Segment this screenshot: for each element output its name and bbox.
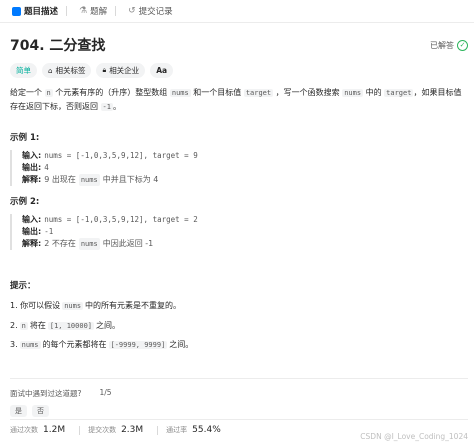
inline-code: target: [243, 89, 274, 97]
interview-question: 面试中遇到过这道题? 1/5: [10, 388, 112, 399]
hint-item: 1. 你可以假设 nums 中的所有元素是不重复的。: [10, 300, 181, 311]
topics-label: 相关标签: [55, 66, 86, 75]
hint-item: 3. nums 的每个元素都将在 [-9999, 9999] 之间。: [10, 339, 193, 350]
output-label: 输出:: [22, 227, 42, 236]
explain-text: 中因此返回 -1: [102, 239, 154, 248]
inline-code: [1, 10000]: [47, 321, 95, 330]
hint-text: 将在: [29, 321, 46, 330]
tab-divider: [115, 6, 117, 16]
desc-text: 中的: [363, 88, 385, 97]
solved-status: 已解答 ✓: [430, 40, 468, 51]
inline-code: -1: [100, 103, 113, 111]
hints-title: 提示：: [10, 281, 36, 291]
inline-code: n: [44, 89, 53, 97]
stat-divider: [157, 425, 159, 435]
output-label: 输出:: [22, 163, 42, 172]
stat-value: 2.3M: [121, 425, 144, 435]
inline-code: nums: [62, 301, 84, 310]
inline-code: n: [19, 321, 28, 330]
inline-code: [-9999, 9999]: [108, 340, 168, 349]
tab-description[interactable]: 题目描述: [8, 0, 62, 22]
example-2-box: 输入: nums = [-1,0,3,5,9,12], target = 2 输出…: [10, 214, 474, 250]
font-label: Aa: [156, 66, 168, 75]
tab-label: 题目描述: [24, 7, 59, 17]
inline-code: target: [384, 89, 414, 97]
explain-text: 2 不存在: [44, 239, 76, 248]
topics-tag-button[interactable]: ⌂ 相关标签: [42, 63, 92, 78]
history-icon: ↺: [128, 6, 136, 16]
inline-code: nums: [78, 238, 100, 250]
tab-solutions[interactable]: ⚗ 题解: [75, 0, 111, 22]
tab-submissions[interactable]: ↺ 提交记录: [124, 0, 177, 22]
problem-title: 704. 二分查找: [10, 38, 106, 54]
yes-button[interactable]: 是: [10, 405, 27, 417]
problem-description: 给定一个 n 个元素有序的（升序）整型数组 nums 和一个目标值 target…: [10, 86, 468, 114]
desc-text: 。: [112, 102, 121, 111]
hint-text: 2.: [10, 321, 18, 330]
output-value: -1: [44, 227, 54, 236]
status-label: 已解答: [430, 41, 454, 50]
lock-icon: 🔒︎: [102, 66, 107, 74]
output-value: 4: [44, 163, 49, 172]
companies-label: 相关企业: [109, 66, 140, 75]
hint-item: 2. n 将在 [1, 10000] 之间。: [10, 320, 120, 331]
explain-text: 9 出现在: [44, 175, 76, 184]
stat-label: 通过次数: [10, 426, 38, 434]
explain-text: 中并且下标为 4: [102, 175, 159, 184]
watermark: CSDN @I_Love_Coding_1024: [360, 432, 468, 441]
tab-divider: [66, 6, 68, 16]
check-circle-icon: ✓: [457, 40, 468, 51]
input-label: 输入:: [22, 215, 42, 224]
inline-code: nums: [169, 89, 191, 97]
explain-label: 解释:: [22, 175, 42, 184]
no-button[interactable]: 否: [32, 405, 49, 417]
hint-text: 中的所有元素是不重复的。: [85, 301, 182, 310]
desc-text: 和一个目标值: [190, 88, 244, 97]
font-size-button[interactable]: Aa: [150, 63, 174, 78]
example-1-title: 示例 1:: [10, 133, 40, 143]
difficulty-badge: 简单: [10, 63, 37, 78]
inline-code: nums: [19, 340, 41, 349]
question-pager: 1/5: [99, 388, 112, 397]
desc-text: ，写一个函数搜索: [273, 88, 343, 97]
document-icon: [12, 6, 21, 16]
input-value: nums = [-1,0,3,5,9,12], target = 2: [44, 215, 198, 224]
example-2-title: 示例 2:: [10, 197, 40, 207]
desc-text: 给定一个: [10, 88, 45, 97]
inline-code: nums: [78, 174, 100, 186]
stat-divider: [79, 425, 81, 435]
hint-text: 的每个元素都将在: [42, 340, 107, 349]
hint-text: 3.: [10, 340, 18, 349]
hint-text: 1. 你可以假设: [10, 301, 61, 310]
stat-label: 提交次数: [88, 426, 117, 434]
input-value: nums = [-1,0,3,5,9,12], target = 9: [44, 151, 198, 160]
tab-bar: 题目描述 ⚗ 题解 ↺ 提交记录: [0, 0, 474, 23]
hint-text: 之间。: [169, 340, 194, 349]
tab-label: 提交记录: [138, 7, 173, 17]
stat-label: 通过率: [166, 426, 188, 434]
stat-value: 55.4%: [192, 425, 221, 435]
tag-row: 简单 ⌂ 相关标签 🔒︎ 相关企业 Aa: [10, 63, 174, 78]
explain-label: 解释:: [22, 239, 42, 248]
example-1-box: 输入: nums = [-1,0,3,5,9,12], target = 9 输出…: [10, 150, 474, 186]
question-text: 面试中遇到过这道题?: [10, 389, 82, 398]
desc-text: 个元素有序的（升序）整型数组: [52, 88, 170, 97]
flask-icon: ⚗: [79, 6, 88, 16]
tag-icon: ⌂: [48, 66, 53, 75]
input-label: 输入:: [22, 151, 42, 160]
section-divider: [10, 419, 468, 420]
hint-text: 之间。: [96, 321, 121, 330]
companies-tag-button[interactable]: 🔒︎ 相关企业: [96, 63, 146, 78]
stats-row: 通过次数 1.2M 提交次数 2.3M 通过率 55.4%: [10, 425, 235, 435]
section-divider: [10, 378, 468, 379]
stat-value: 1.2M: [43, 425, 66, 435]
answer-buttons: 是 否: [10, 405, 49, 417]
inline-code: nums: [342, 89, 364, 97]
tab-label: 题解: [90, 7, 108, 17]
